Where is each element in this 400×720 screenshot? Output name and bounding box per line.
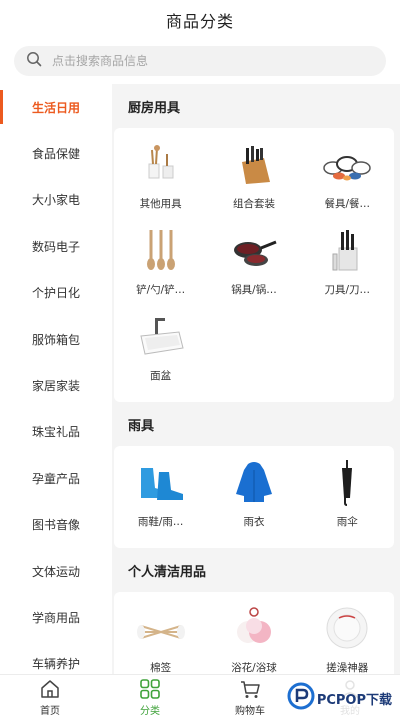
sidebar-item-home[interactable]: 家居家装 (0, 362, 112, 408)
subcategory-label: 雨衣 (243, 516, 265, 528)
category-grid-icon (139, 678, 161, 700)
kitchen-grid: 其他用具 组合套装 餐具/餐… 铲/勺/铲… 锅具/锅… 刀具/刀… 面盆 (114, 128, 394, 402)
personal-cleaning-grid: 棉签 浴花/浴球 搓澡神器 (114, 592, 394, 674)
utensil-holder-icon (133, 138, 189, 190)
sidebar-item-label: 食品保健 (31, 147, 80, 162)
knife-block-icon (226, 138, 282, 190)
subcategory-item[interactable]: 刀具/刀… (301, 224, 394, 310)
subcategory-item[interactable]: 锅具/锅… (207, 224, 300, 310)
umbrella-icon (319, 456, 375, 508)
subcategory-label: 浴花/浴球 (231, 662, 277, 674)
watermark: PCPOP下载 (286, 680, 396, 716)
subcategory-label: 雨鞋/雨… (137, 516, 184, 528)
tab-label: 购物车 (235, 706, 265, 717)
subcategory-item[interactable]: 餐具/餐… (301, 138, 394, 224)
sidebar-item-label: 孕童产品 (31, 471, 80, 486)
sidebar-item-personal-care[interactable]: 个护日化 (0, 270, 112, 316)
bath-pouf-icon (226, 602, 282, 654)
subcategory-item[interactable]: 棉签 (114, 602, 207, 674)
sidebar-item-sports[interactable]: 文体运动 (0, 548, 112, 594)
tableware-set-icon (319, 138, 375, 190)
bath-scrubber-icon (319, 602, 375, 654)
subcategory-item[interactable]: 组合套装 (207, 138, 300, 224)
knife-set-icon (319, 224, 375, 276)
subcategory-label: 棉签 (150, 662, 172, 674)
sidebar-item-label: 家居家装 (31, 379, 80, 394)
subcategory-item[interactable]: 面盆 (114, 310, 207, 396)
subcategory-label: 面盆 (150, 370, 172, 382)
sidebar-item-label: 学商用品 (31, 610, 80, 625)
rain-gear-grid: 雨鞋/雨… 雨衣 雨伞 (114, 446, 394, 548)
rain-shoe-cover-icon (133, 456, 189, 508)
sidebar-item-label: 服饰箱包 (31, 332, 80, 347)
subcategory-label: 锅具/锅… (231, 284, 277, 296)
sidebar-item-apparel-bags[interactable]: 服饰箱包 (0, 316, 112, 362)
sidebar-item-label: 个护日化 (31, 286, 80, 301)
sidebar-item-appliances[interactable]: 大小家电 (0, 177, 112, 223)
cart-icon (239, 678, 261, 700)
search-input[interactable] (52, 54, 352, 68)
cookware-pans-icon (226, 224, 282, 276)
sidebar-item-books-media[interactable]: 图书音像 (0, 502, 112, 548)
sidebar-item-food-health[interactable]: 食品保健 (0, 130, 112, 176)
subcategory-item[interactable]: 搓澡神器 (301, 602, 394, 674)
sidebar-item-maternity[interactable]: 孕童产品 (0, 455, 112, 501)
subcategory-item[interactable]: 铲/勺/铲… (114, 224, 207, 310)
subcategory-label: 搓澡神器 (326, 662, 369, 674)
category-content: 厨房用具 其他用具 组合套装 餐具/餐… 铲/勺/铲… 锅具/锅… 刀具/刀… … (112, 84, 400, 674)
sidebar-item-digital[interactable]: 数码电子 (0, 223, 112, 269)
top-bar: 商品分类 (0, 0, 400, 40)
subcategory-label: 组合套装 (232, 198, 275, 210)
sidebar-item-label: 车辆养护 (31, 657, 80, 672)
basin-sink-icon (133, 310, 189, 362)
tab-label: 分类 (140, 706, 160, 717)
subcategory-item[interactable]: 浴花/浴球 (207, 602, 300, 674)
subcategory-item[interactable]: 雨衣 (207, 456, 300, 542)
sidebar-item-label: 文体运动 (31, 564, 80, 579)
search-bar[interactable] (14, 46, 386, 76)
section-title-kitchen: 厨房用具 (128, 100, 181, 116)
tab-category[interactable]: 分类 (100, 675, 200, 720)
sidebar-item-office[interactable]: 学商用品 (0, 594, 112, 640)
category-sidebar: 生活日用 食品保健 大小家电 数码电子 个护日化 服饰箱包 家居家装 珠宝礼品 … (0, 84, 112, 674)
cotton-swab-icon (133, 602, 189, 654)
tab-home[interactable]: 首页 (0, 675, 100, 720)
section-title-personal-cleaning: 个人清洁用品 (128, 564, 207, 580)
subcategory-label: 雨伞 (336, 516, 358, 528)
sidebar-item-label: 图书音像 (31, 518, 80, 533)
subcategory-item[interactable]: 雨鞋/雨… (114, 456, 207, 542)
wooden-spoons-icon (133, 224, 189, 276)
home-icon (39, 678, 61, 700)
raincoat-icon (226, 456, 282, 508)
sidebar-item-jewelry-gifts[interactable]: 珠宝礼品 (0, 409, 112, 455)
sidebar-item-label: 生活日用 (31, 100, 80, 115)
subcategory-item[interactable]: 其他用具 (114, 138, 207, 224)
section-title-rain-gear: 雨具 (128, 418, 155, 434)
sidebar-item-daily-use[interactable]: 生活日用 (0, 84, 112, 130)
watermark-logo-icon (287, 682, 315, 714)
sidebar-item-car-care[interactable]: 车辆养护 (0, 641, 112, 674)
watermark-text: PCPOP下载 (316, 692, 392, 708)
sidebar-item-label: 大小家电 (31, 193, 80, 208)
subcategory-label: 铲/勺/铲… (136, 284, 186, 296)
subcategory-label: 其他用具 (139, 198, 182, 210)
subcategory-label: 刀具/刀… (324, 284, 371, 296)
sidebar-item-label: 数码电子 (31, 239, 80, 254)
search-icon (26, 51, 42, 71)
sidebar-item-label: 珠宝礼品 (31, 425, 80, 440)
tab-cart[interactable]: 购物车 (200, 675, 300, 720)
subcategory-item[interactable]: 雨伞 (301, 456, 394, 542)
page-title: 商品分类 (165, 12, 234, 31)
tab-label: 首页 (40, 706, 60, 717)
subcategory-label: 餐具/餐… (324, 198, 371, 210)
